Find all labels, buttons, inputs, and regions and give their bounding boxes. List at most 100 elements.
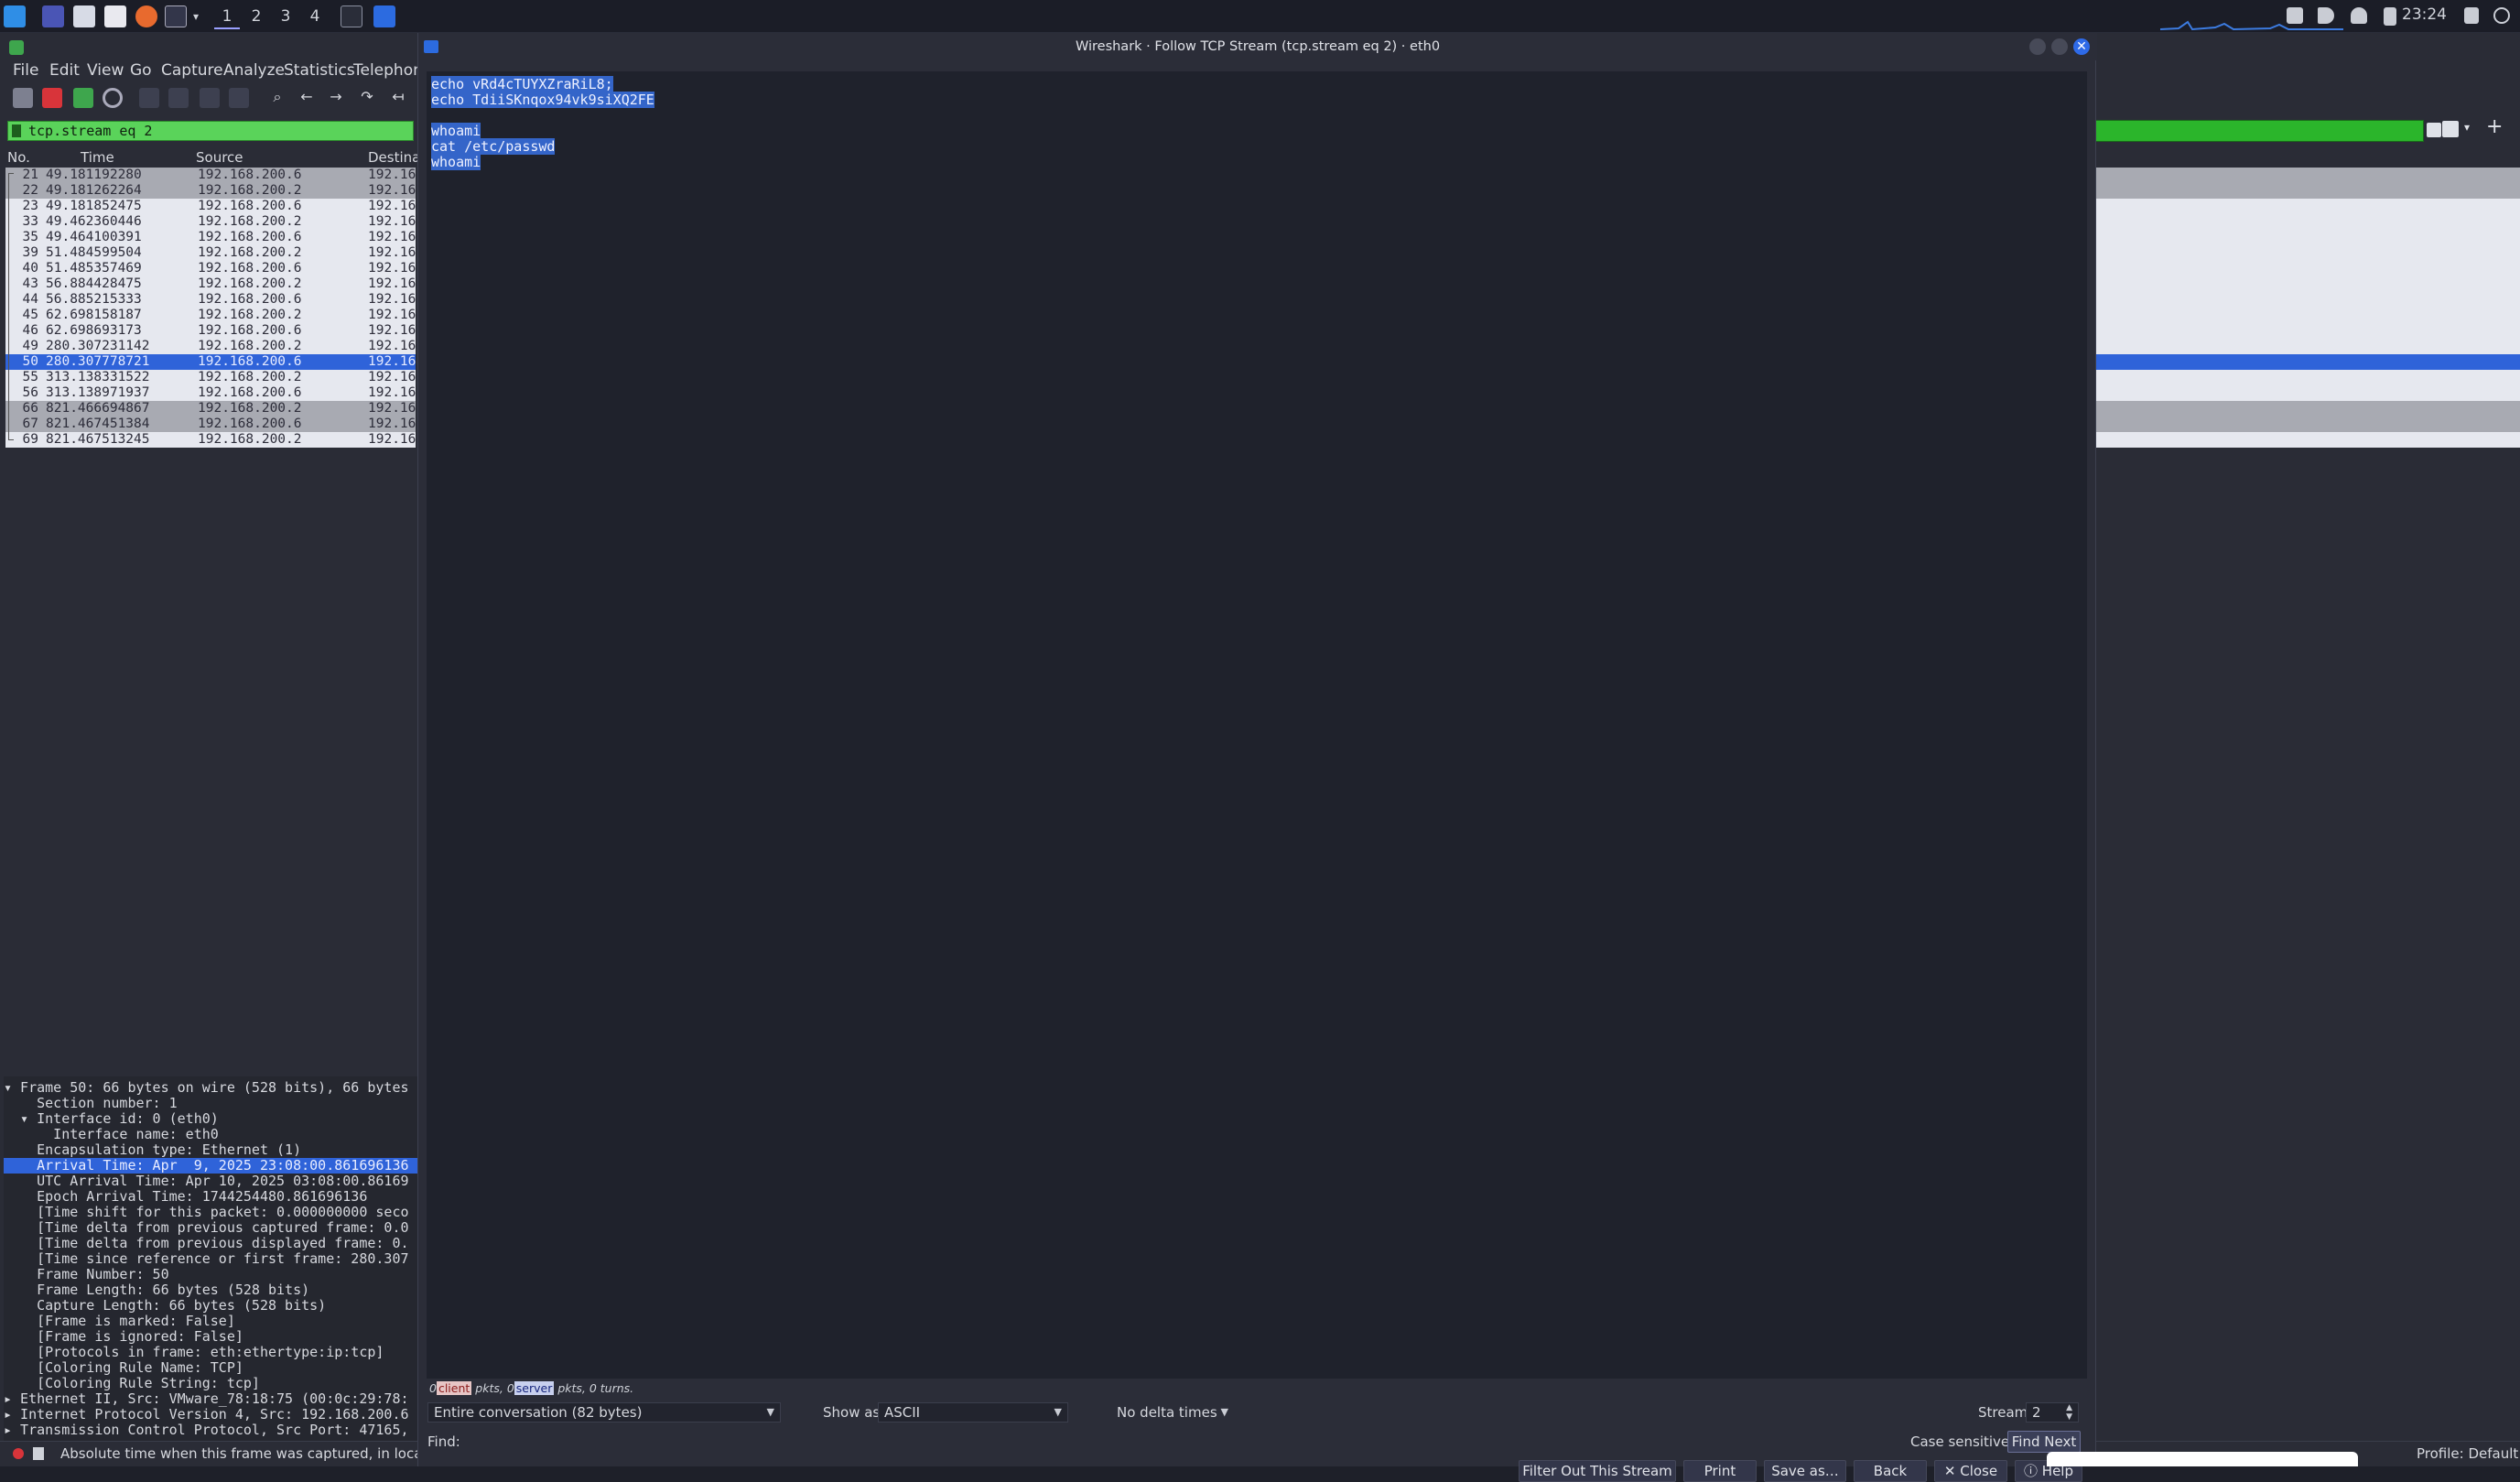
close-file-icon[interactable]	[200, 88, 220, 108]
battery-icon[interactable]	[2384, 7, 2396, 26]
restart-capture-icon[interactable]	[73, 88, 93, 108]
packet-row-extension[interactable]	[2094, 214, 2520, 230]
display-icon[interactable]	[2287, 7, 2303, 24]
filter-out-stream-button[interactable]: Filter Out This Stream	[1519, 1460, 1676, 1482]
packet-row-extension[interactable]	[2094, 292, 2520, 308]
workspace-3[interactable]: 3	[273, 4, 298, 29]
capture-comment-icon[interactable]	[33, 1447, 44, 1460]
packet-row-extension[interactable]	[2094, 276, 2520, 292]
go-forward-icon[interactable]: →	[326, 88, 346, 108]
detail-row[interactable]: Epoch Arrival Time: 1744254480.861696136	[4, 1189, 417, 1205]
detail-row[interactable]: ▸ Transmission Control Protocol, Src Por…	[4, 1423, 417, 1438]
packet-row[interactable]: 67 821.467451384 192.168.200.6 192.16	[5, 416, 416, 432]
menu-view[interactable]: View	[87, 61, 124, 80]
terminal-icon[interactable]	[165, 5, 187, 27]
window-list-icon[interactable]	[341, 5, 362, 27]
detail-row[interactable]: Section number: 1	[4, 1096, 417, 1111]
packet-row-extension[interactable]	[2094, 183, 2520, 199]
packet-row[interactable]: 46 62.698693173 192.168.200.6 192.16	[5, 323, 416, 339]
packet-row-extension[interactable]	[2094, 339, 2520, 354]
detail-row[interactable]: UTC Arrival Time: Apr 10, 2025 03:08:00.…	[4, 1174, 417, 1189]
go-first-icon[interactable]: ↤	[388, 88, 408, 108]
packet-row-extension[interactable]	[2094, 401, 2520, 416]
terminal-launcher-icon[interactable]	[42, 5, 64, 27]
bookmark-icon[interactable]	[12, 124, 21, 137]
profile-label[interactable]: Profile: Default	[2417, 1445, 2518, 1462]
stop-capture-icon[interactable]	[42, 88, 62, 108]
workspace-4[interactable]: 4	[302, 4, 328, 29]
add-filter-button-icon[interactable]: +	[2486, 115, 2503, 138]
detail-row[interactable]: Frame Length: 66 bytes (528 bits)	[4, 1282, 417, 1298]
chevron-down-icon[interactable]: ▾	[187, 4, 205, 29]
packet-row[interactable]: 69 821.467513245 192.168.200.2 192.16	[5, 432, 416, 448]
col-time[interactable]: Time	[81, 149, 114, 166]
wireshark-task-icon[interactable]	[373, 5, 395, 27]
packet-row-extension[interactable]	[2094, 354, 2520, 370]
clear-filter-icon[interactable]	[2427, 123, 2441, 137]
expert-info-icon[interactable]	[13, 1448, 24, 1459]
detail-row[interactable]: Capture Length: 66 bytes (528 bits)	[4, 1298, 417, 1314]
detail-row[interactable]: [Frame is ignored: False]	[4, 1329, 417, 1345]
packet-row[interactable]: 44 56.885215333 192.168.200.6 192.16	[5, 292, 416, 308]
col-source[interactable]: Source	[196, 149, 243, 166]
packet-row[interactable]: 40 51.485357469 192.168.200.6 192.16	[5, 261, 416, 276]
delta-times-select[interactable]: No delta times ▼	[1110, 1402, 1235, 1423]
packet-row-extension[interactable]	[2094, 261, 2520, 276]
detail-row[interactable]: [Time since reference or first frame: 28…	[4, 1251, 417, 1267]
packet-row-extension[interactable]	[2094, 199, 2520, 214]
detail-row[interactable]: ▸ Ethernet II, Src: VMware_78:18:75 (00:…	[4, 1391, 417, 1407]
volume-icon[interactable]	[2318, 7, 2334, 24]
packet-row[interactable]: 22 49.181262264 192.168.200.2 192.16	[5, 183, 416, 199]
detail-row[interactable]: ▾ Frame 50: 66 bytes on wire (528 bits),…	[4, 1080, 417, 1096]
detail-row[interactable]: Interface name: eth0	[4, 1127, 417, 1142]
packet-row-extension[interactable]	[2094, 230, 2520, 245]
menu-file[interactable]: File	[13, 61, 38, 80]
packet-row[interactable]: 56 313.138971937 192.168.200.6 192.16	[5, 385, 416, 401]
packet-row[interactable]: 43 56.884428475 192.168.200.2 192.16	[5, 276, 416, 292]
detail-row[interactable]: Frame Number: 50	[4, 1267, 417, 1282]
workspace-1[interactable]: 1	[214, 4, 240, 29]
detail-row[interactable]: [Time shift for this packet: 0.000000000…	[4, 1205, 417, 1220]
detail-row[interactable]: [Time delta from previous displayed fram…	[4, 1236, 417, 1251]
print-button[interactable]: Print	[1683, 1460, 1757, 1482]
bell-icon[interactable]	[2351, 7, 2367, 24]
save-as-button[interactable]: Save as…	[1764, 1460, 1846, 1482]
display-filter-input-extension[interactable]	[2094, 120, 2441, 142]
notification-popup[interactable]	[2047, 1452, 2358, 1466]
packet-row[interactable]: 55 313.138331522 192.168.200.2 192.16	[5, 370, 416, 385]
workspace-2[interactable]: 2	[243, 4, 269, 29]
conversation-select[interactable]: Entire conversation (82 bytes) ▼	[427, 1402, 781, 1423]
go-to-packet-icon[interactable]: ↷	[357, 88, 377, 108]
go-back-icon[interactable]: ←	[297, 88, 317, 108]
kali-menu-icon[interactable]	[4, 5, 26, 27]
packet-row-extension[interactable]	[2094, 416, 2520, 432]
detail-row[interactable]: [Time delta from previous captured frame…	[4, 1220, 417, 1236]
case-sensitive-checkbox[interactable]: Case sensitive	[1910, 1433, 2009, 1450]
col-destination[interactable]: Destina	[368, 149, 420, 166]
packet-row[interactable]: 21 49.181192280 192.168.200.6 192.16	[5, 168, 416, 183]
close-window-button[interactable]: ✕	[2073, 38, 2090, 55]
packet-row[interactable]: 49 280.307231142 192.168.200.2 192.16	[5, 339, 416, 354]
dialog-titlebar[interactable]: Wireshark · Follow TCP Stream (tcp.strea…	[418, 33, 2097, 60]
packet-row-extension[interactable]	[2094, 385, 2520, 401]
packet-row[interactable]: 66 821.466694867 192.168.200.2 192.16	[5, 401, 416, 416]
maximize-button[interactable]	[2051, 38, 2068, 55]
menu-analyze[interactable]: Analyze	[223, 61, 285, 80]
detail-row[interactable]: [Frame is marked: False]	[4, 1314, 417, 1329]
display-filter-input[interactable]: tcp.stream eq 2	[7, 121, 414, 141]
text-editor-icon[interactable]	[104, 5, 126, 27]
open-file-icon[interactable]	[139, 88, 159, 108]
close-button[interactable]: ✕ Close	[1934, 1460, 2007, 1482]
capture-options-icon[interactable]	[103, 88, 123, 108]
stream-content[interactable]: echo vRd4cTUYXZraRiL8; echo TdiiSKnqox94v…	[427, 71, 2087, 1379]
menu-statistics[interactable]: Statistics	[284, 61, 355, 80]
detail-row[interactable]: Arrival Time: Apr 9, 2025 23:08:00.86169…	[4, 1158, 417, 1174]
minimize-button[interactable]	[2029, 38, 2046, 55]
menu-capture[interactable]: Capture	[161, 61, 223, 80]
packet-row-extension[interactable]	[2094, 432, 2520, 448]
detail-row[interactable]: ▾ Interface id: 0 (eth0)	[4, 1111, 417, 1127]
detail-row[interactable]: ▸ Internet Protocol Version 4, Src: 192.…	[4, 1407, 417, 1423]
menu-go[interactable]: Go	[130, 61, 152, 80]
shark-fin-start-icon[interactable]	[13, 88, 33, 108]
detail-row[interactable]: [Coloring Rule String: tcp]	[4, 1376, 417, 1391]
